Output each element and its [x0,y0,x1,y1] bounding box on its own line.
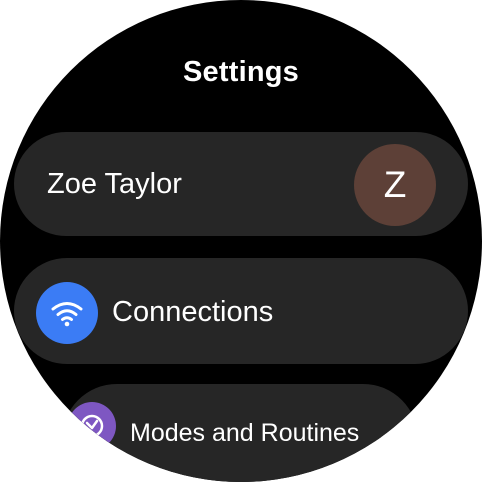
modes-routines-icon [68,402,116,450]
menu-item-label: Modes and Routines [130,419,360,447]
menu-item-connections[interactable]: Connections [14,258,468,364]
menu-item-label: Connections [112,296,274,328]
menu-item-modes-and-routines[interactable]: Modes and Routines [62,384,418,482]
avatar: Z [354,144,436,226]
wifi-icon [36,282,98,344]
profile-row[interactable]: Zoe Taylor Z [14,132,468,236]
profile-name: Zoe Taylor [47,168,182,200]
watch-screen: Settings Zoe Taylor Z Connections Modes … [0,0,482,482]
page-title: Settings [183,56,299,88]
